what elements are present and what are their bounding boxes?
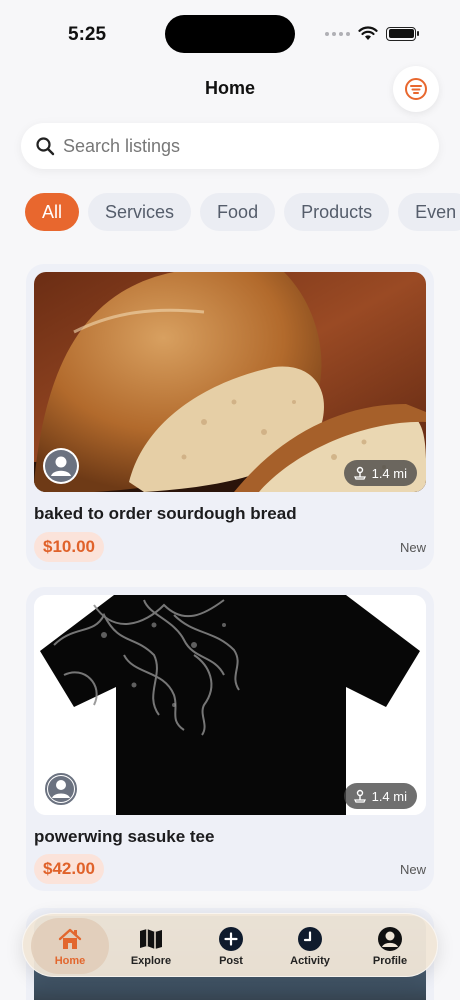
tab-post[interactable]: Post [192, 918, 270, 974]
tab-explore[interactable]: Explore [112, 918, 190, 974]
status-bar: 5:25 [0, 0, 460, 64]
listing-price: $10.00 [34, 532, 104, 562]
battery-icon [386, 26, 419, 41]
person-avatar-icon [45, 450, 77, 482]
signal-icon [325, 31, 350, 36]
chip-food[interactable]: Food [200, 193, 276, 231]
chip-events[interactable]: Even [398, 193, 460, 231]
listing-title[interactable]: baked to order sourdough bread [34, 504, 297, 524]
tab-profile-label: Profile [372, 955, 408, 967]
map-icon [138, 925, 164, 953]
black-tee-image [34, 595, 426, 815]
plus-circle-icon [218, 925, 244, 953]
chip-services[interactable]: Services [88, 193, 192, 231]
distance-text: 1.4 mi [371, 788, 407, 804]
wifi-icon [358, 26, 378, 40]
tab-home-label: Home [54, 955, 86, 967]
tab-activity[interactable]: Activity [271, 918, 349, 974]
distance-badge: 1.4 mi [343, 460, 417, 486]
search-input[interactable] [63, 135, 403, 157]
clock-icon [297, 925, 323, 953]
tab-home[interactable]: Home [31, 918, 109, 974]
chip-products[interactable]: Products [284, 193, 390, 231]
listing-image-tee[interactable]: 1.4 mi [34, 595, 426, 815]
bottom-tab-bar: Home Explore Post Activity Profile [22, 913, 438, 977]
seller-avatar[interactable] [43, 448, 79, 484]
status-icons [325, 26, 419, 41]
listing-card[interactable]: 1.4 mi powerwing sasuke tee $42.00 New [26, 587, 434, 891]
listing-condition: New [399, 862, 426, 877]
tab-profile[interactable]: Profile [351, 918, 429, 974]
location-pin-icon [353, 466, 366, 480]
person-icon [377, 925, 403, 953]
location-pin-icon [353, 789, 366, 803]
distance-text: 1.4 mi [371, 465, 407, 481]
listing-card[interactable]: 1.4 mi baked to order sourdough bread $1… [26, 264, 434, 570]
filter-button[interactable] [393, 66, 439, 112]
house-icon [57, 925, 83, 953]
listing-title[interactable]: powerwing sasuke tee [34, 827, 214, 847]
category-chips: All Services Food Products Even [25, 193, 460, 231]
page-title: Home [204, 78, 255, 98]
dynamic-island [165, 15, 295, 53]
listing-condition: New [399, 540, 426, 555]
status-time: 5:25 [68, 24, 107, 45]
search-icon [36, 137, 55, 156]
tab-explore-label: Explore [130, 955, 172, 967]
person-avatar-icon [45, 773, 77, 805]
listing-price: $42.00 [34, 854, 104, 884]
seller-avatar[interactable] [43, 771, 79, 807]
chip-all[interactable]: All [25, 193, 80, 231]
sourdough-bread-image [34, 272, 426, 492]
listing-image-bread[interactable]: 1.4 mi [34, 272, 426, 492]
search-bar[interactable] [21, 123, 439, 169]
tab-activity-label: Activity [290, 955, 330, 967]
filter-lines-icon [405, 78, 427, 100]
tab-post-label: Post [219, 955, 243, 967]
distance-badge: 1.4 mi [343, 783, 417, 809]
